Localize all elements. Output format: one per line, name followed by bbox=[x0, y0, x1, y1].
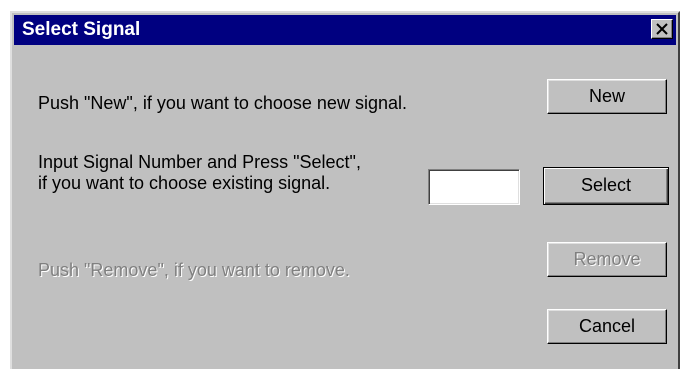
close-button[interactable] bbox=[651, 19, 673, 39]
title-bar[interactable]: Select Signal bbox=[14, 15, 676, 45]
select-button[interactable]: Select bbox=[543, 167, 669, 205]
select-instruction-line2: if you want to choose existing signal. bbox=[38, 173, 331, 193]
cancel-button[interactable]: Cancel bbox=[547, 309, 667, 344]
dialog-title: Select Signal bbox=[22, 19, 141, 40]
new-button[interactable]: New bbox=[547, 79, 667, 114]
remove-button[interactable]: Remove bbox=[547, 242, 667, 277]
close-x-icon bbox=[656, 23, 668, 35]
new-instruction: Push "New", if you want to choose new si… bbox=[38, 93, 407, 113]
select-signal-dialog: Select Signal Push "New", if you want to… bbox=[10, 11, 680, 369]
select-instruction-line1: Input Signal Number and Press "Select", bbox=[38, 152, 361, 172]
remove-instruction: Push "Remove", if you want to remove. bbox=[38, 260, 350, 280]
signal-number-input[interactable] bbox=[428, 169, 520, 205]
